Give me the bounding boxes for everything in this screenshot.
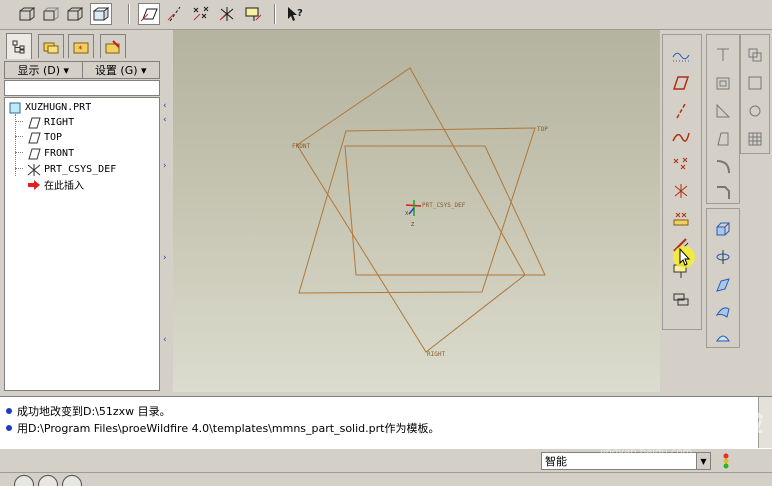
tree-item-label: RIGHT [44, 117, 75, 128]
right-datum-plane[interactable] [296, 67, 526, 353]
merge-tool-icon[interactable] [743, 99, 767, 123]
tab-model-tree[interactable] [6, 33, 32, 59]
svg-text:*: * [78, 45, 83, 54]
message-line: 成功地改变到D:\51zxw 目录。 [6, 403, 171, 419]
tree-item-label: PRT_CSYS_DEF [44, 164, 117, 175]
info-bullet-icon [6, 408, 12, 414]
graphics-window[interactable]: FRONT TOP RIGHT PRT_CSYS_DEF X Z [173, 30, 660, 392]
datum-plane-icon [27, 132, 41, 144]
tab-favorites[interactable]: * [68, 34, 94, 58]
collapse-left-icon[interactable]: ‹ [163, 336, 169, 345]
no-hidden-display-icon[interactable] [64, 3, 86, 25]
chamfer-tool-icon[interactable] [711, 181, 735, 205]
mirror-tool-icon[interactable] [743, 71, 767, 95]
settings-menu[interactable]: 设置 (G) ▾ [83, 62, 160, 78]
front-datum-plane[interactable] [344, 145, 546, 276]
csys-label: PRT_CSYS_DEF [422, 202, 466, 209]
csys-x-label: X [405, 211, 409, 217]
tree-item-front-plane[interactable]: FRONT [27, 146, 74, 161]
feature-toolbars [660, 30, 772, 392]
traffic-light-icon[interactable] [720, 452, 732, 470]
watermark-logo: Bai du 经验 [590, 405, 765, 438]
datum-planes-view: FRONT TOP RIGHT PRT_CSYS_DEF X Z [292, 67, 548, 358]
tree-item-csys[interactable]: PRT_CSYS_DEF [27, 162, 116, 177]
pause-button[interactable] [38, 475, 58, 486]
message-line: 用D:\Program Files\proeWildfire 4.0\templ… [6, 420, 439, 436]
datum-point-display-icon[interactable] [190, 3, 212, 25]
shell-tool-icon[interactable] [711, 71, 735, 95]
tree-item-label: 在此插入 [44, 181, 84, 192]
rib-tool-icon[interactable] [711, 99, 735, 123]
tree-item-insert-here[interactable]: 在此插入 [27, 177, 84, 192]
front-plane-label: FRONT [292, 143, 310, 150]
tree-item-right-plane[interactable]: RIGHT [27, 115, 74, 130]
revolve-tool-icon[interactable] [711, 245, 735, 269]
datum-toolbar [662, 34, 702, 330]
model-tree: XUZHUGN.PRT RIGHT TOP FRONT PRT_CSYS_DEF [4, 97, 160, 391]
boundary-blend-tool-icon[interactable] [711, 299, 735, 323]
tree-item-label: TOP [44, 132, 63, 143]
part-icon [8, 102, 22, 114]
datum-point-tool-icon[interactable] [669, 153, 693, 177]
datum-csys-tool-icon[interactable] [669, 179, 693, 203]
grid-tool-icon[interactable] [743, 127, 767, 151]
pattern-tool-icon[interactable] [743, 43, 767, 67]
shape-toolbar [706, 208, 740, 348]
watermark-url: jingyan.baidu.com [600, 447, 693, 458]
sketch-tool-icon[interactable] [669, 43, 693, 67]
annotation-display-icon[interactable] [242, 3, 264, 25]
tree-item-label: FRONT [44, 148, 75, 159]
expand-right-icon[interactable]: › [163, 254, 169, 263]
datum-plane-tool-icon[interactable] [669, 71, 693, 95]
analysis-feature-tool-icon[interactable] [669, 207, 693, 231]
datum-plane-display-icon[interactable] [138, 3, 160, 25]
csys-z-label: Z [411, 222, 415, 228]
navigator-panel: * 显示 (D) ▾ 设置 (G) ▾ XUZHUGN.PRT RIGHT TO… [0, 30, 172, 396]
datum-curve-tool-icon[interactable] [669, 125, 693, 149]
navigator-sash[interactable]: ‹ ‹ › › ‹ [161, 30, 171, 396]
collapse-left-icon[interactable]: ‹ [163, 102, 169, 111]
play-button[interactable] [14, 475, 34, 486]
datum-csys-display-icon[interactable] [216, 3, 238, 25]
feature-toolbar-b [740, 34, 770, 154]
tree-item-label: XUZHUGN.PRT [25, 102, 92, 113]
datum-axis-display-icon[interactable] [164, 3, 186, 25]
coordinate-system-icon [27, 163, 41, 176]
top-plane-label: TOP [537, 126, 548, 133]
top-datum-plane[interactable] [298, 127, 536, 294]
variable-sweep-tool-icon[interactable] [711, 273, 735, 297]
insert-arrow-icon [27, 179, 41, 191]
model-tree-filter-field[interactable] [4, 80, 160, 96]
style-tool-icon[interactable] [711, 325, 735, 349]
chevron-down-icon[interactable]: ▼ [696, 453, 710, 469]
wireframe-display-icon[interactable] [16, 3, 38, 25]
context-help-icon[interactable]: ? [284, 3, 306, 25]
round-tool-icon[interactable] [711, 155, 735, 179]
reference-tool-icon[interactable] [669, 287, 693, 311]
datum-plane-icon [27, 117, 41, 129]
svg-text:?: ? [297, 8, 303, 19]
right-plane-label: RIGHT [427, 351, 445, 358]
bottom-controls [0, 472, 772, 486]
shaded-display-icon[interactable] [90, 3, 112, 25]
stop-button[interactable] [62, 475, 82, 486]
tree-item-top-plane[interactable]: TOP [27, 130, 62, 145]
show-menu[interactable]: 显示 (D) ▾ [5, 62, 83, 78]
expand-right-icon[interactable]: › [163, 162, 169, 171]
top-toolbar: ? [0, 0, 772, 30]
feature-toolbar-a [706, 34, 740, 204]
info-bullet-icon [6, 425, 12, 431]
tab-connections[interactable] [100, 34, 126, 58]
hole-tool-icon[interactable] [711, 43, 735, 67]
extrude-tool-icon[interactable] [711, 217, 735, 241]
mouse-cursor-icon [673, 246, 695, 268]
collapse-left-icon[interactable]: ‹ [163, 116, 169, 125]
tree-item-part[interactable]: XUZHUGN.PRT [8, 100, 91, 115]
hidden-line-display-icon[interactable] [40, 3, 62, 25]
tab-folder-browser[interactable] [38, 34, 64, 58]
datum-axis-tool-icon[interactable] [669, 99, 693, 123]
draft-tool-icon[interactable] [711, 127, 735, 151]
datum-plane-icon [27, 148, 41, 160]
model-tree-menu-bar: 显示 (D) ▾ 设置 (G) ▾ [4, 61, 160, 79]
